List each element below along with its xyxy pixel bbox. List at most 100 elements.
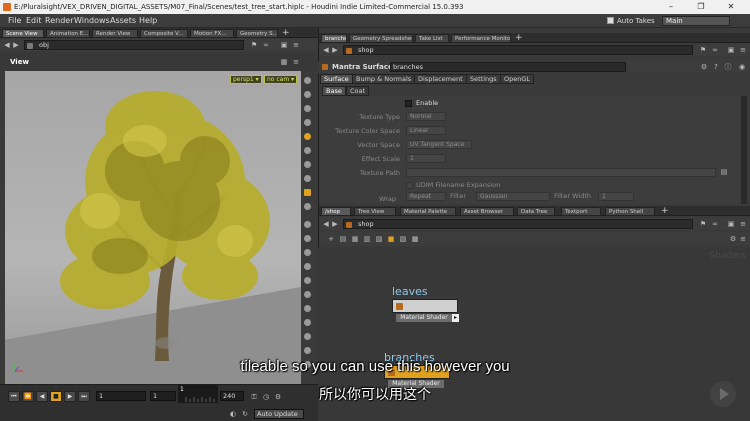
point-tool-icon[interactable] [304, 263, 311, 270]
forward-arrow-right-icon[interactable]: ▶ [331, 46, 339, 54]
view-tool-icon[interactable] [304, 147, 311, 154]
grid-tool-icon[interactable] [304, 333, 311, 340]
gear-icon[interactable]: ⚙ [700, 63, 708, 71]
back-arrow-icon[interactable]: ◀ [3, 41, 11, 49]
subtab-coat[interactable]: Coat [346, 86, 370, 96]
scene-viewport[interactable] [5, 71, 301, 384]
texture-path-field[interactable] [406, 168, 716, 177]
maximize-pane-icon[interactable]: ▣ [280, 41, 288, 49]
geometry-tool-icon[interactable] [304, 175, 311, 182]
list-view-icon[interactable]: ▤ [339, 235, 347, 243]
auto-update-menu[interactable]: Auto Update [254, 409, 304, 419]
tab-branches[interactable]: branches [321, 34, 347, 43]
vector-space-menu[interactable]: UV Tangent Space [406, 140, 472, 149]
forward-arrow-icon[interactable]: ▶ [12, 41, 20, 49]
tab-textport[interactable]: Textport [561, 207, 601, 216]
tab-composite-view[interactable]: Composite V... [140, 29, 188, 38]
node-leaves-output-icon[interactable]: ▸ [452, 314, 459, 322]
display-tool-icon[interactable] [304, 189, 311, 196]
add-tab-icon[interactable]: + [282, 28, 290, 38]
tab-scene-view[interactable]: Scene View [2, 29, 44, 38]
forward-arrow-network-icon[interactable]: ▶ [331, 220, 339, 228]
menu-file[interactable]: File [8, 14, 21, 28]
grid-view-icon[interactable]: ▦ [351, 235, 359, 243]
sync-icon[interactable]: ◐ [229, 410, 237, 418]
menu-render[interactable]: Render [45, 14, 73, 28]
maximize-button[interactable]: ❐ [690, 0, 712, 14]
lock-icon[interactable]: ◉ [738, 63, 746, 71]
tab-bump-normals[interactable]: Bump & Normals [352, 74, 416, 84]
help-icon[interactable]: ? [712, 63, 720, 71]
pin-right-icon[interactable]: ⚑ [699, 46, 707, 54]
refresh-icon[interactable]: ↻ [241, 410, 249, 418]
effect-scale-field[interactable]: 1 [406, 154, 446, 163]
maximize-network-icon[interactable]: ▣ [727, 220, 735, 228]
tab-animation-editor[interactable]: Animation E... [46, 29, 90, 38]
menu-icon[interactable]: ≡ [292, 41, 300, 49]
tab-displacement[interactable]: Displacement [414, 74, 467, 84]
menu-right-icon[interactable]: ≡ [739, 46, 747, 54]
viewport-menu-icon[interactable]: ≡ [292, 58, 300, 66]
tab-opengl[interactable]: OpenGL [500, 74, 535, 84]
link-icon[interactable]: ∞ [262, 41, 270, 49]
wireframe-tool-icon[interactable] [304, 221, 311, 228]
file-browse-icon[interactable]: ▤ [720, 168, 728, 176]
tab-shop[interactable]: /shop [321, 207, 351, 216]
udim-checkbox[interactable] [406, 182, 413, 189]
tab-motion-fx[interactable]: Motion FX... [190, 29, 234, 38]
select-tool-icon[interactable] [304, 77, 311, 84]
tab-geometry-spreadsheet[interactable]: Geometry S... [236, 29, 278, 38]
tab-python-shell[interactable]: Python Shell [605, 207, 655, 216]
tab-data-tree[interactable]: Data Tree [517, 207, 555, 216]
texture-color-space-menu[interactable]: Linear [406, 126, 446, 135]
note-icon[interactable]: ■ [387, 235, 395, 243]
uv-tool-icon[interactable] [304, 319, 311, 326]
filter-menu[interactable]: Gaussian [476, 192, 550, 201]
tab-render-view[interactable]: Render View [92, 29, 138, 38]
edge-tool-icon[interactable] [304, 277, 311, 284]
back-arrow-right-icon[interactable]: ◀ [322, 46, 330, 54]
transform-tool-icon[interactable] [304, 91, 311, 98]
palette-icon[interactable]: ▨ [399, 235, 407, 243]
network-path-field-shop[interactable]: shop [343, 219, 693, 229]
tab-material-palette[interactable]: Material Palette [400, 207, 456, 216]
pin-icon[interactable]: ⚑ [250, 41, 258, 49]
ghost-tool-icon[interactable] [304, 249, 311, 256]
pose-tool-icon[interactable] [304, 119, 311, 126]
tab-asset-browser[interactable]: Asset Browser [460, 207, 514, 216]
wrap-menu[interactable]: Repeat [406, 192, 446, 201]
auto-takes-checkbox[interactable] [607, 17, 614, 24]
maximize-right-icon[interactable]: ▣ [727, 46, 735, 54]
network-options-icon[interactable]: ⚙ [729, 235, 737, 243]
sticky-icon[interactable]: ▩ [411, 235, 419, 243]
desktop-select[interactable]: Main [662, 16, 730, 26]
tab-tree-view[interactable]: Tree View [354, 207, 396, 216]
tab-geometry-spreadsheet-right[interactable]: Geometry Spreadsheet [349, 34, 413, 43]
tab-settings[interactable]: Settings [466, 74, 501, 84]
close-button[interactable]: ✕ [720, 0, 742, 14]
parameter-scrollbar[interactable] [741, 96, 747, 204]
minimize-button[interactable]: – [660, 0, 682, 14]
enable-checkbox[interactable] [405, 100, 412, 107]
back-arrow-network-icon[interactable]: ◀ [322, 220, 330, 228]
align-icon[interactable]: ▧ [375, 235, 383, 243]
add-tab-network-icon[interactable]: + [661, 206, 669, 216]
persp-camera-menu[interactable]: persp1 ▾ [230, 75, 262, 84]
shaded-tool-icon[interactable] [304, 235, 311, 242]
parameter-path-field[interactable]: shop [343, 45, 693, 55]
handle-tool-icon[interactable] [304, 105, 311, 112]
pin-network-icon[interactable]: ⚑ [699, 220, 707, 228]
add-node-icon[interactable]: + [327, 235, 335, 243]
display-options-icon[interactable]: ▦ [280, 58, 288, 66]
menu-network-icon[interactable]: ≡ [739, 220, 747, 228]
node-leaves-body[interactable] [392, 299, 458, 313]
link-right-icon[interactable]: ∞ [711, 46, 719, 54]
menu-assets[interactable]: Assets [110, 14, 136, 28]
normals-tool-icon[interactable] [304, 305, 311, 312]
info-icon[interactable]: ⓘ [724, 63, 732, 71]
snapping-tool-icon[interactable] [304, 161, 311, 168]
menu-windows[interactable]: Windows [74, 14, 110, 28]
lighting-tool-icon[interactable] [304, 133, 311, 140]
add-tab-right-icon[interactable]: + [515, 33, 523, 43]
menu-help[interactable]: Help [139, 14, 157, 28]
